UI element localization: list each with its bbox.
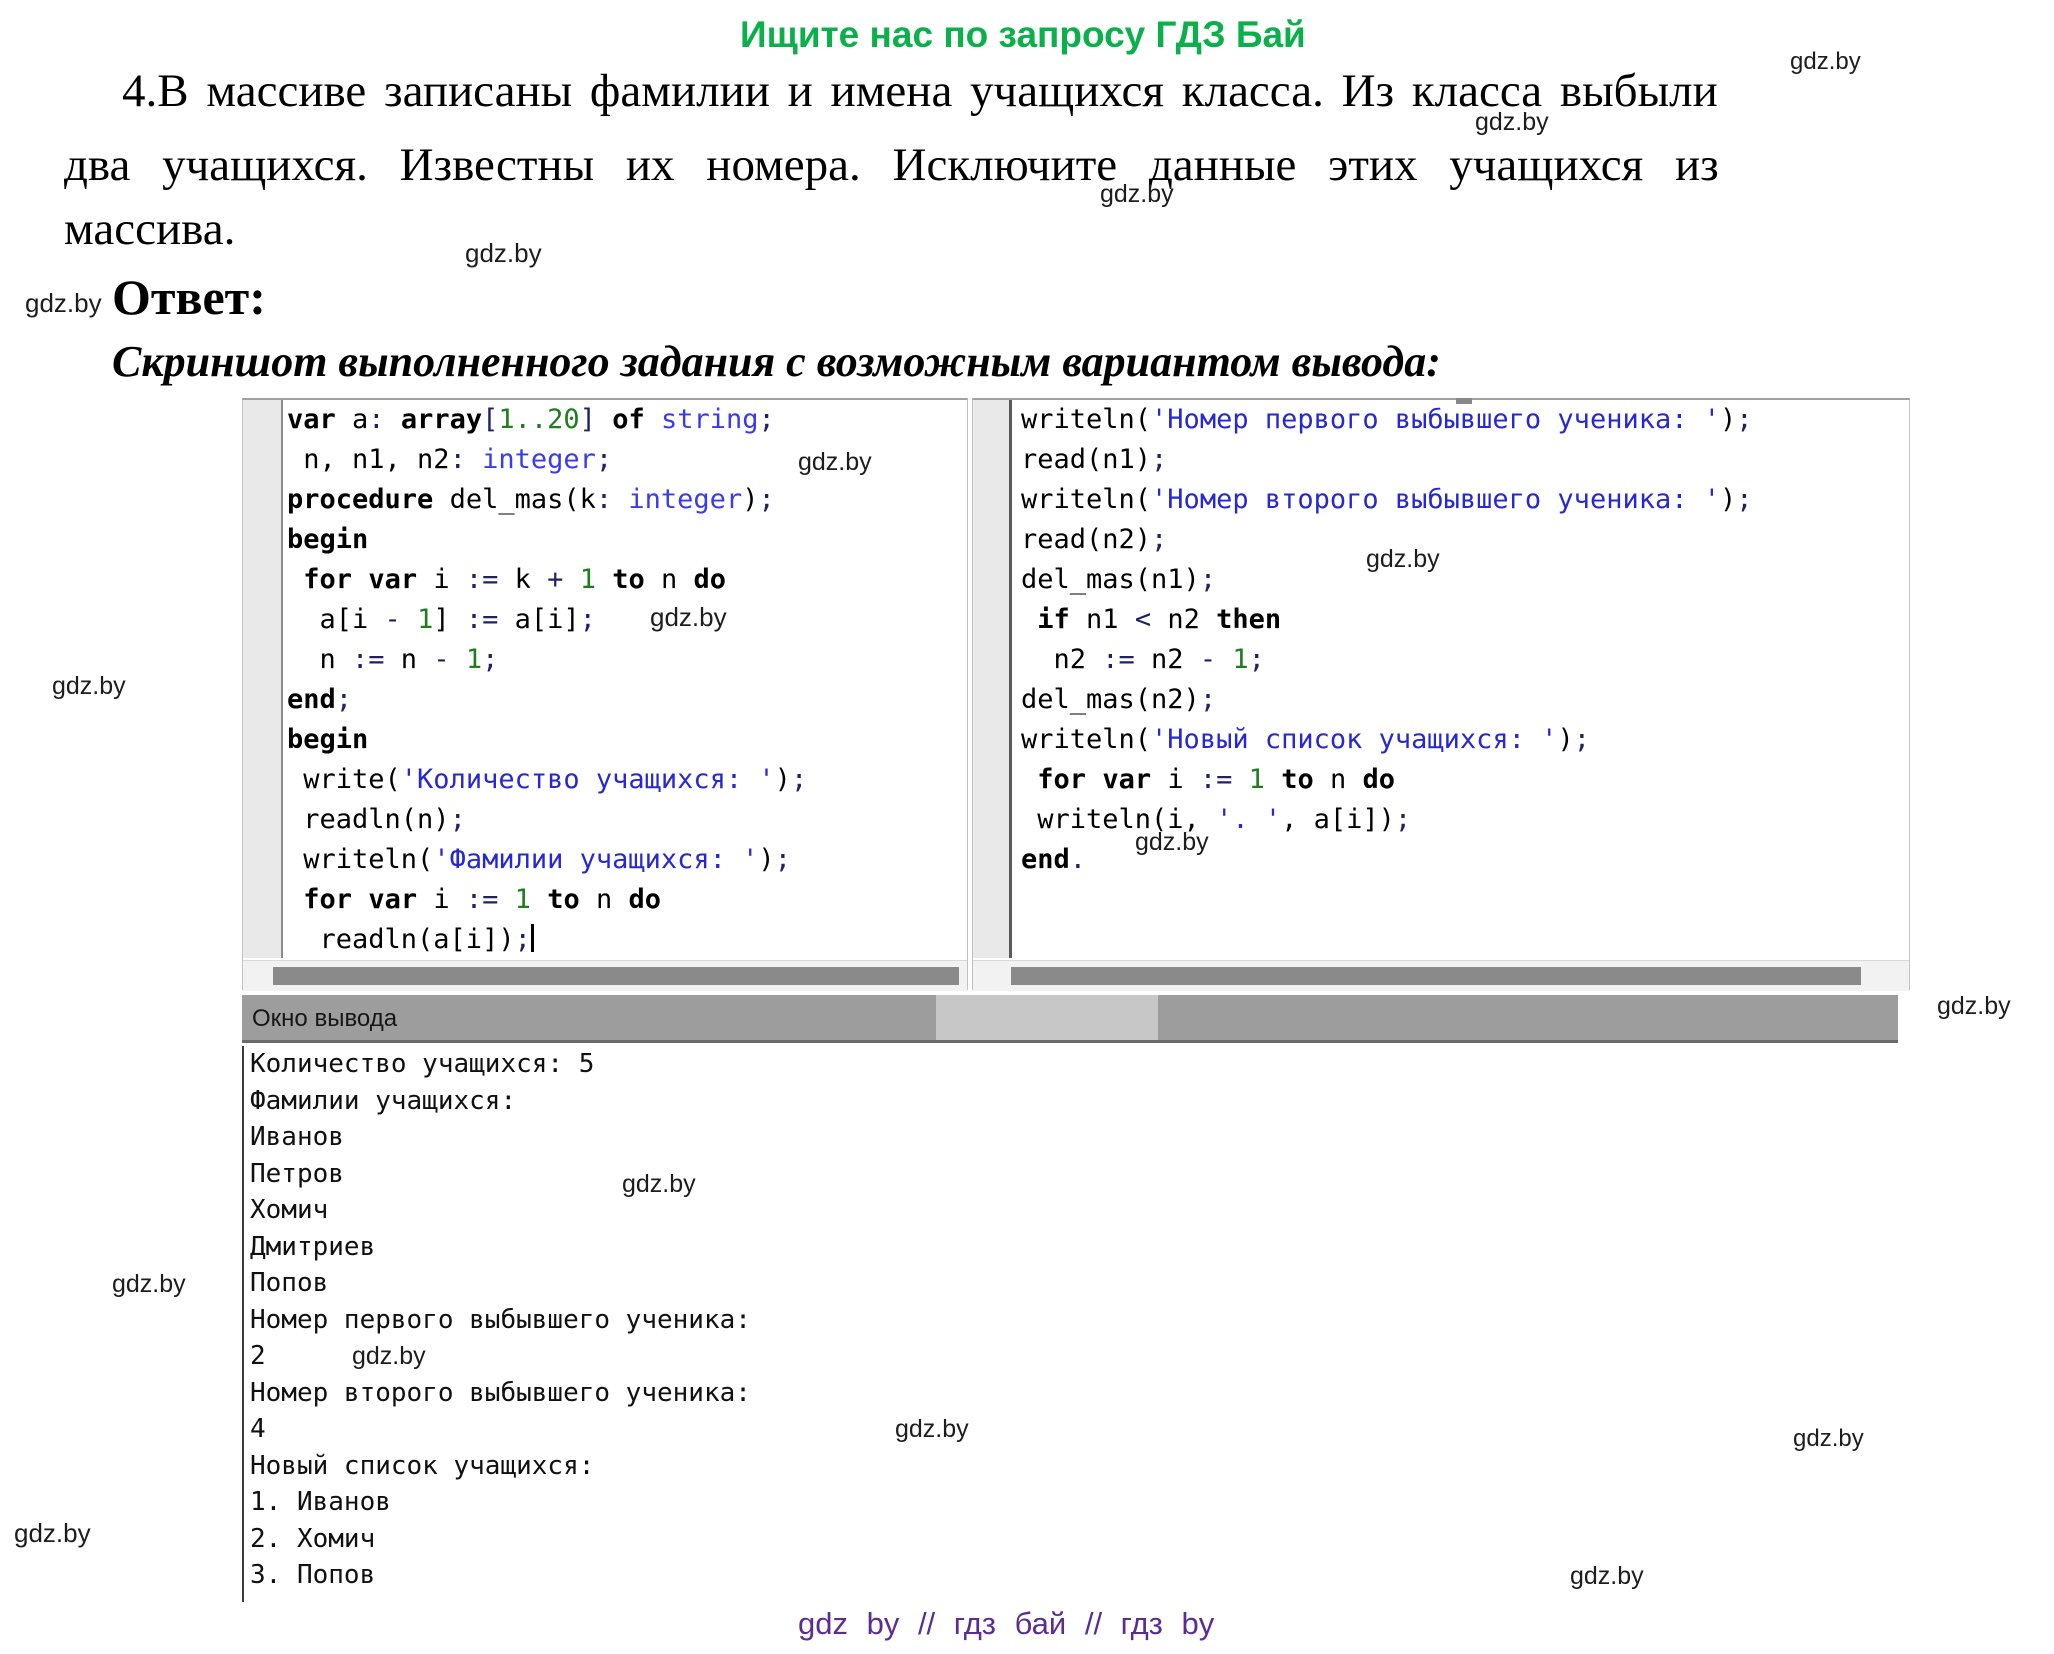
code-line: n := n - 1;: [287, 640, 807, 680]
editor-gutter: [973, 400, 1012, 958]
gdz-watermark: gdz.by: [352, 1342, 426, 1371]
gdz-watermark: gdz.by: [1937, 992, 2011, 1021]
code-editor-right-pane[interactable]: writeln('Номер первого выбывшего ученика…: [972, 398, 1910, 990]
output-line: Новый список учащихся:: [250, 1448, 751, 1485]
code-line: for var i := 1 to n do: [287, 880, 807, 920]
code-line: writeln(i, '. ', a[i]);: [1021, 800, 1753, 840]
gdz-watermark: gdz.by: [1570, 1562, 1644, 1591]
task-text-line: два учащихся. Известны их номера. Исключ…: [64, 138, 1719, 192]
page-root: { "header": { "text": "Ищите нас по запр…: [0, 0, 2054, 1654]
gdz-watermark: gdz.by: [1475, 108, 1549, 137]
program-output-area[interactable]: Количество учащихся: 5Фамилии учащихся:И…: [242, 1046, 1898, 1602]
code-line: read(n1);: [1021, 440, 1753, 480]
output-line: 2: [250, 1338, 751, 1375]
gdz-watermark: gdz.by: [798, 448, 872, 477]
output-line: Иванов: [250, 1119, 751, 1156]
code-line: readln(a[i]);: [287, 920, 807, 960]
code-line: end;: [287, 680, 807, 720]
code-line: for var i := 1 to n do: [1021, 760, 1753, 800]
output-window-titlebar[interactable]: Окно вывода: [242, 995, 1898, 1043]
code-line: end.: [1021, 840, 1753, 880]
gdz-watermark: gdz.by: [622, 1170, 696, 1199]
scrollbar-thumb[interactable]: [273, 967, 959, 985]
output-line: 2. Хомич: [250, 1521, 751, 1558]
pascal-code-right: writeln('Номер первого выбывшего ученика…: [1021, 400, 1753, 880]
code-line: write('Количество учащихся: ');: [287, 760, 807, 800]
output-line: Попов: [250, 1265, 751, 1302]
gdz-watermark: gdz.by: [1366, 545, 1440, 574]
code-line: readln(n);: [287, 800, 807, 840]
gdz-watermark: gdz.by: [1790, 48, 1861, 76]
gdz-watermark: gdz.by: [895, 1415, 969, 1444]
code-line: if n1 < n2 then: [1021, 600, 1753, 640]
footer-watermark-line: gdz by // гдз бай // гдз by: [798, 1606, 1214, 1642]
code-line: procedure del_mas(k: integer);: [287, 480, 807, 520]
code-editor-left-pane[interactable]: var a: array[1..20] of string; n, n1, n2…: [242, 398, 968, 990]
answer-subtitle: Скриншот выполненного задания с возможны…: [112, 336, 1441, 387]
gdz-watermark: gdz.by: [650, 602, 727, 633]
titlebar-light-segment: [936, 995, 1158, 1040]
gdz-watermark: gdz.by: [14, 1518, 91, 1549]
editor-gutter: [243, 400, 283, 958]
code-line: var a: array[1..20] of string;: [287, 400, 807, 440]
answer-label: Ответ:: [112, 268, 266, 326]
output-line: Количество учащихся: 5: [250, 1046, 751, 1083]
gdz-watermark: gdz.by: [1100, 180, 1174, 209]
scrollbar-thumb[interactable]: [1011, 967, 1861, 985]
gdz-watermark: gdz.by: [1793, 1425, 1864, 1453]
horizontal-scrollbar[interactable]: [243, 960, 967, 991]
output-line: Дмитриев: [250, 1229, 751, 1266]
code-line: writeln('Фамилии учащихся: ');: [287, 840, 807, 880]
code-line: n, n1, n2: integer;: [287, 440, 807, 480]
output-line: Номер второго выбывшего ученика:: [250, 1375, 751, 1412]
code-line: begin: [287, 520, 807, 560]
output-line: 1. Иванов: [250, 1484, 751, 1521]
code-line: for var i := k + 1 to n do: [287, 560, 807, 600]
task-text-line: массива.: [64, 202, 235, 256]
code-line: writeln('Номер первого выбывшего ученика…: [1021, 400, 1753, 440]
output-window-title: Окно вывода: [252, 1005, 397, 1033]
output-line: Номер первого выбывшего ученика:: [250, 1302, 751, 1339]
gdz-watermark: gdz.by: [25, 288, 102, 319]
gdz-watermark: gdz.by: [1135, 828, 1209, 857]
output-line: 4: [250, 1411, 751, 1448]
code-line: writeln('Новый список учащихся: ');: [1021, 720, 1753, 760]
text-cursor: [531, 924, 534, 952]
output-line: 3. Попов: [250, 1557, 751, 1594]
site-promo-header: Ищите нас по запросу ГДЗ Бай: [740, 14, 1306, 56]
gdz-watermark: gdz.by: [112, 1270, 186, 1299]
code-line: a[i - 1] := a[i];: [287, 600, 807, 640]
code-line: begin: [287, 720, 807, 760]
pascal-code-left: var a: array[1..20] of string; n, n1, n2…: [287, 400, 807, 960]
program-output-text: Количество учащихся: 5Фамилии учащихся:И…: [250, 1046, 751, 1594]
gdz-watermark: gdz.by: [465, 238, 542, 269]
output-line: Фамилии учащихся:: [250, 1083, 751, 1120]
horizontal-scrollbar[interactable]: [973, 960, 1909, 991]
code-line: del_mas(n2);: [1021, 680, 1753, 720]
gdz-watermark: gdz.by: [52, 672, 126, 701]
code-line: writeln('Номер второго выбывшего ученика…: [1021, 480, 1753, 520]
code-line: n2 := n2 - 1;: [1021, 640, 1753, 680]
